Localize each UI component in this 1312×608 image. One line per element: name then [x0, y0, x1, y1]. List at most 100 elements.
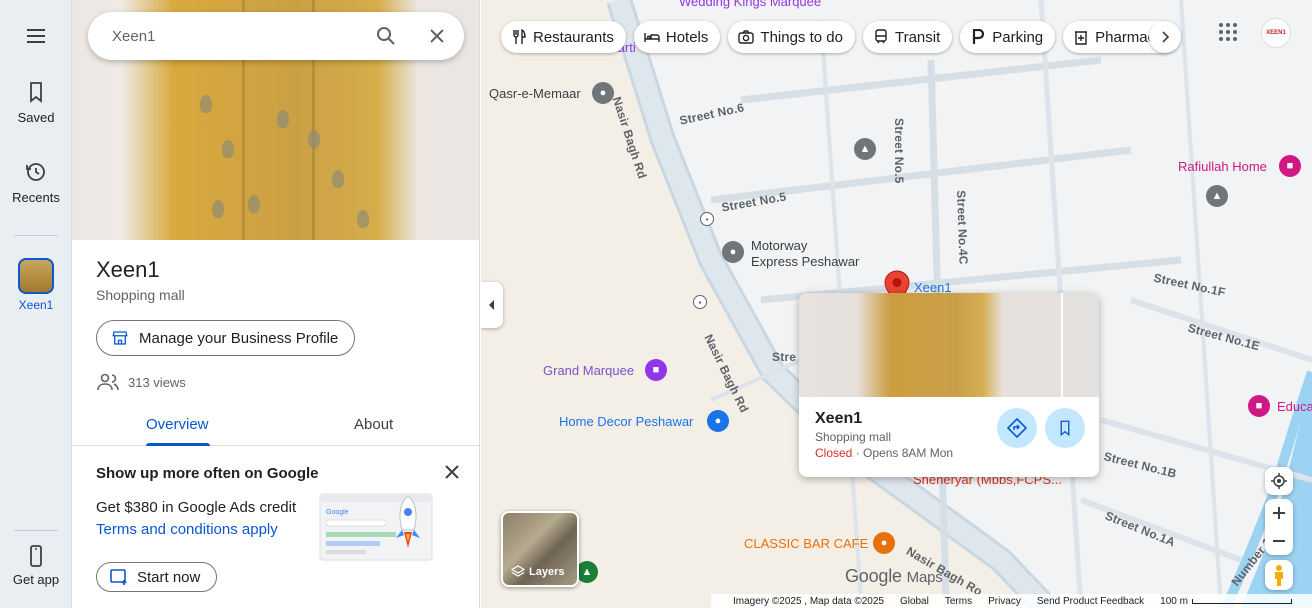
fabric-motif [222, 140, 234, 158]
left-rail: Saved Recents Xeen1 Get app [0, 0, 72, 608]
place-thumbnail [18, 258, 54, 294]
map-canvas[interactable]: Wedding Kings Marquee Parti Qasr-e-Memaa… [481, 0, 1312, 608]
manage-business-profile-label: Manage your Business Profile [139, 329, 339, 347]
chips-scroll-right-button[interactable] [1149, 21, 1181, 53]
views-count: 313 views [96, 372, 186, 392]
history-icon [26, 163, 45, 181]
search-icon[interactable] [374, 24, 398, 48]
closed-status: Closed [815, 446, 853, 460]
get-app-button[interactable]: Get app [0, 544, 72, 587]
place-title: Xeen1 [96, 257, 160, 282]
feedback-link[interactable]: Send Product Feedback [1037, 596, 1144, 607]
map-footer: Imagery ©2025 , Map data ©2025 Global Te… [711, 594, 1312, 608]
imagery-attribution: Imagery ©2025 , Map data ©2025 [733, 595, 884, 607]
tab-about[interactable]: About [354, 416, 393, 433]
manage-business-profile-button[interactable]: Manage your Business Profile [96, 320, 356, 356]
google-apps-icon[interactable] [1216, 20, 1240, 44]
close-icon[interactable] [425, 24, 449, 48]
chip-things-to-do[interactable]: Things to do [728, 21, 855, 53]
save-place-button[interactable] [1045, 408, 1085, 448]
directions-button[interactable] [997, 408, 1037, 448]
hotel-icon[interactable]: ■ [1279, 155, 1301, 177]
close-icon[interactable] [442, 462, 462, 482]
search-input[interactable] [112, 27, 362, 45]
chevron-right-icon [1162, 31, 1170, 43]
bed-icon [644, 33, 660, 42]
saved-button[interactable]: Saved [0, 80, 72, 125]
promo-title: Show up more often on Google [96, 465, 319, 482]
scale-bar [1191, 598, 1292, 604]
card-photo-secondary[interactable] [1063, 293, 1099, 397]
chip-label: Things to do [760, 28, 843, 46]
bus-stop-icon[interactable]: ▪ [700, 212, 714, 226]
map-label-educa[interactable]: Educa [1277, 399, 1312, 414]
opens-time: · Opens 8AM Mon [852, 446, 954, 460]
map-label-classic[interactable]: CLASSIC BAR CAFE [744, 536, 868, 551]
map-label-wedding[interactable]: Wedding Kings Marquee [679, 0, 821, 9]
map-label-motorway[interactable]: Motorway Express Peshawar [751, 238, 859, 270]
promo-credit: Get $380 in Google Ads credit [96, 499, 297, 516]
layers-button[interactable]: Layers [501, 511, 579, 587]
collapse-panel-button[interactable] [481, 282, 503, 328]
chip-label: Restaurants [533, 28, 614, 46]
map-label-rafiullah[interactable]: Rafiullah Home [1178, 159, 1267, 174]
views-label: 313 views [128, 374, 186, 390]
chip-label: Transit [894, 28, 941, 46]
phone-icon [30, 545, 42, 567]
hamburger-menu-icon [27, 29, 45, 43]
map-scale[interactable]: 100 m [1160, 596, 1292, 607]
map-label-qasr[interactable]: Qasr-e-Memaar [489, 86, 581, 101]
fabric-motif [212, 200, 224, 218]
global-link[interactable]: Global [900, 596, 929, 607]
place-marker-icon[interactable]: ● [722, 241, 744, 263]
privacy-link[interactable]: Privacy [988, 596, 1021, 607]
people-icon [97, 373, 119, 391]
map-label-home-decor[interactable]: Home Decor Peshawar [559, 414, 693, 429]
place-category[interactable]: Shopping mall [96, 287, 185, 303]
card-status: Closed · Opens 8AM Mon [815, 446, 953, 460]
marquee-icon[interactable]: ■ [645, 359, 667, 381]
category-chips: Restaurants Hotels Things to do Transit … [501, 21, 1179, 53]
chip-hotels[interactable]: Hotels [633, 21, 721, 53]
chip-label: Hotels [665, 28, 709, 46]
tab-overview[interactable]: Overview [146, 416, 209, 433]
chip-restaurants[interactable]: Restaurants [501, 21, 626, 53]
recents-label: Recents [12, 190, 60, 205]
recent-place-xeen1[interactable]: Xeen1 [0, 258, 72, 312]
chip-transit[interactable]: Transit [862, 21, 953, 53]
school-icon[interactable]: ▲ [854, 138, 876, 160]
park-icon[interactable]: ▲ [576, 561, 598, 583]
my-location-icon [1271, 473, 1287, 489]
terms-link[interactable]: Terms and conditions apply [96, 521, 278, 538]
fabric-motif [200, 95, 212, 113]
chevron-left-icon [489, 300, 494, 310]
menu-button[interactable] [0, 24, 72, 48]
account-avatar[interactable]: XEEN1 [1261, 18, 1291, 48]
shopping-bag-icon[interactable]: ● [707, 410, 729, 432]
map-label-grand[interactable]: Grand Marquee [543, 363, 634, 378]
layers-icon [511, 565, 525, 577]
street-label: Stre [772, 350, 797, 364]
layers-label: Layers [511, 565, 564, 579]
street-label: Street No.5 [892, 118, 906, 184]
chip-parking[interactable]: Parking [960, 21, 1056, 53]
card-photo[interactable] [799, 293, 1061, 397]
bus-stop-icon[interactable]: ▪ [693, 295, 707, 309]
place-preview-card[interactable]: Xeen1 Shopping mall Closed · Opens 8AM M… [799, 293, 1099, 477]
terms-link[interactable]: Terms [945, 596, 972, 607]
cafe-icon[interactable]: ● [873, 532, 895, 554]
place-panel: Xeen1 Shopping mall Manage your Business… [72, 0, 480, 608]
zoom-in-icon[interactable] [1272, 506, 1286, 520]
parking-icon [973, 29, 985, 44]
hotel-icon[interactable]: ■ [1248, 395, 1270, 417]
my-location-button[interactable] [1265, 467, 1293, 495]
recents-button[interactable]: Recents [0, 160, 72, 205]
start-now-button[interactable]: Start now [96, 562, 218, 592]
street-view-pegman-button[interactable] [1265, 560, 1293, 590]
fabric-motif [332, 170, 344, 188]
fabric-motif [248, 195, 260, 213]
zoom-out-icon[interactable] [1272, 534, 1286, 548]
bookmark-icon [30, 82, 42, 103]
school-icon[interactable]: ▲ [1206, 185, 1228, 207]
active-tab-indicator [146, 443, 210, 446]
